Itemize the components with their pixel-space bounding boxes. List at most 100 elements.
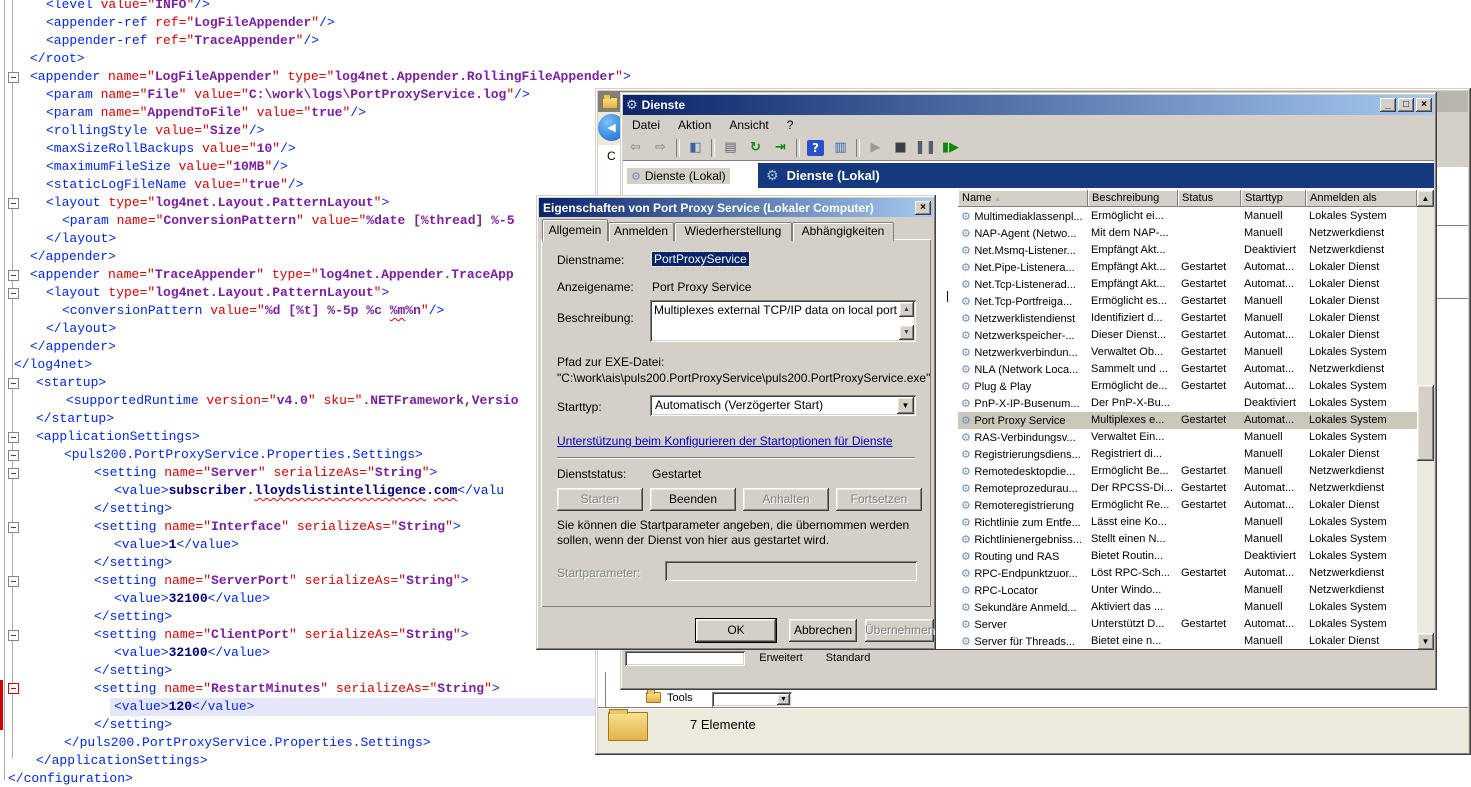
column-header-starttyp[interactable]: Starttyp [1241, 190, 1306, 207]
fold-toggle-icon[interactable] [8, 522, 19, 533]
close-button[interactable]: × [1416, 98, 1432, 112]
table-row[interactable]: ⚙ Net.Pipe-Listenera...Empfängt Akt...Ge… [958, 259, 1417, 276]
tab-anmelden[interactable]: Anmelden [608, 222, 674, 241]
übernehmen-button[interactable]: Übernehmen [865, 619, 934, 642]
table-row[interactable]: ⚙ Remoteprozedurau...Der RPCSS-Di...Gest… [958, 480, 1417, 497]
startup-options-link[interactable]: Unterstützung beim Konfigurieren der Sta… [557, 434, 893, 448]
table-row[interactable]: ⚙ RPC-LocatorUnter Windo...ManuellNetzwe… [958, 582, 1417, 599]
menu-item-ansicht[interactable]: Ansicht [720, 116, 777, 134]
table-row[interactable]: ⚙ RPC-Endpunktzuor...Löst RPC-Sch...Gest… [958, 565, 1417, 582]
column-header-beschreibung[interactable]: Beschreibung [1088, 190, 1178, 207]
description-field[interactable]: Multiplexes external TCP/IP data on loca… [650, 300, 916, 342]
chevron-down-icon[interactable]: ▼ [897, 397, 914, 414]
beenden-button[interactable]: Beenden [650, 488, 736, 511]
fortsetzen-button[interactable]: Fortsetzen [836, 488, 922, 511]
scroll-down-icon[interactable]: ▼ [1417, 633, 1434, 650]
view-tab-erweitert[interactable]: Erweitert [748, 650, 814, 667]
start-service-icon[interactable]: ▶ [864, 138, 887, 158]
table-row[interactable]: ⚙ Richtlinie zum Entfe...Lässt eine Ko..… [958, 514, 1417, 531]
table-row[interactable]: ⚙ Net.Msmq-Listener...Empfängt Akt...Dea… [958, 242, 1417, 259]
abbrechen-button[interactable]: Abbrechen [789, 619, 857, 642]
fold-toggle-icon[interactable] [8, 288, 19, 299]
view-tab-standard[interactable]: Standard [815, 650, 881, 667]
maximize-button[interactable]: □ [1398, 98, 1414, 112]
menu-item-datei[interactable]: Datei [623, 116, 669, 134]
anhalten-button[interactable]: Anhalten [743, 488, 829, 511]
scrollbar-thumb[interactable] [1417, 385, 1434, 461]
fold-toggle-icon[interactable] [8, 576, 19, 587]
fold-toggle-icon[interactable] [8, 270, 19, 281]
table-row[interactable]: ⚙ Richtlinienergebniss...Stellt einen N.… [958, 531, 1417, 548]
chevron-down-icon[interactable]: ▼ [777, 694, 790, 705]
menu-item-?[interactable]: ? [778, 116, 803, 134]
stop-service-icon[interactable]: ■ [889, 138, 912, 158]
table-row[interactable]: ⚙ ServerUnterstützt D...GestartetAutomat… [958, 616, 1417, 633]
fold-toggle-icon[interactable] [8, 198, 19, 209]
scroll-up-icon[interactable]: ▲ [899, 302, 914, 317]
column-header-anmeldenals[interactable]: Anmelden als [1306, 190, 1417, 207]
ok-button[interactable]: OK [696, 619, 776, 642]
table-row[interactable]: ⚙ Remotedesktopdie...Ermöglicht Be...Ges… [958, 463, 1417, 480]
startup-type-select[interactable]: Automatisch (Verzögerter Start) ▼ [650, 395, 916, 416]
column-header-status[interactable]: Status [1178, 190, 1241, 207]
banner: ⚙ Dienste (Lokal) [758, 163, 1434, 188]
pause-service-icon[interactable]: ❚❚ [914, 138, 937, 158]
scrollbar[interactable]: ▲ ▼ [1417, 190, 1434, 650]
filter-combobox[interactable]: ▼ [712, 692, 792, 707]
help-icon[interactable]: ? [807, 140, 824, 156]
starten-button[interactable]: Starten [557, 488, 643, 511]
tab-wiederherstellung[interactable]: Wiederherstellung [674, 222, 792, 241]
start-params-input[interactable] [665, 561, 917, 581]
dialog-titlebar[interactable]: Eigenschaften von Port Proxy Service (Lo… [539, 198, 933, 217]
list-cell: Netzwerkdienst [1306, 582, 1417, 599]
fold-toggle-icon[interactable] [8, 450, 19, 461]
tab-abhngigkeiten[interactable]: Abhängigkeiten [792, 222, 894, 241]
forward-icon[interactable]: ⇨ [649, 138, 672, 158]
table-row[interactable]: ⚙ Plug & PlayErmöglicht de...GestartetAu… [958, 378, 1417, 395]
table-row[interactable]: ⚙ RAS-Verbindungsv...Verwaltet Ein...Man… [958, 429, 1417, 446]
table-row[interactable]: ⚙ Port Proxy ServiceMultiplexes e...Gest… [958, 412, 1417, 429]
table-row[interactable]: ⚙ Net.Tcp-Listenerad...Empfängt Akt...Ge… [958, 276, 1417, 293]
table-row[interactable]: ⚙ NLA (Network Loca...Sammelt und ...Ges… [958, 361, 1417, 378]
export-list-icon[interactable]: ⇥ [769, 138, 792, 158]
fold-toggle-icon[interactable] [8, 378, 19, 389]
list-cell: Manuell [1241, 429, 1306, 446]
table-row[interactable]: ⚙ NetzwerklistendienstIdentifiziert d...… [958, 310, 1417, 327]
services-list[interactable]: Name ▲BeschreibungStatusStarttypAnmelden… [958, 190, 1417, 650]
table-row[interactable]: ⚙ RemoteregistrierungErmöglicht Re...Ges… [958, 497, 1417, 514]
tab-allgemein[interactable]: Allgemein [542, 219, 608, 241]
scroll-down-icon[interactable]: ▼ [899, 325, 914, 340]
sidebar-item-dienste-lokal[interactable]: ⚙ Dienste (Lokal) [627, 168, 730, 184]
services-titlebar[interactable]: ⚙ Dienste _ □ × [623, 95, 1434, 115]
menu-item-aktion[interactable]: Aktion [669, 116, 720, 134]
minimize-button[interactable]: _ [1380, 98, 1396, 112]
fold-toggle-icon[interactable] [8, 683, 19, 694]
column-header-name[interactable]: Name ▲ [958, 190, 1088, 207]
scroll-up-icon[interactable]: ▲ [1417, 190, 1434, 207]
close-icon[interactable]: × [915, 201, 931, 215]
fold-toggle-icon[interactable] [8, 432, 19, 443]
service-name-value[interactable]: PortProxyService [652, 252, 749, 266]
restart-service-icon[interactable]: ▮▶ [939, 138, 962, 158]
table-row[interactable]: ⚙ Routing und RASBietet Routin...Deaktiv… [958, 548, 1417, 565]
extended-view-icon[interactable]: ▥ [829, 138, 852, 158]
table-row[interactable]: ⚙ Registrierungsdiens...Registriert di..… [958, 446, 1417, 463]
fold-toggle-icon[interactable] [8, 468, 19, 479]
list-cell: Manuell [1241, 446, 1306, 463]
table-row[interactable]: ⚙ Netzwerkspeicher-...Dieser Dienst...Ge… [958, 327, 1417, 344]
list-item[interactable]: Tools [646, 689, 693, 704]
table-row[interactable]: ⚙ NAP-Agent (Netwo...Mit dem NAP-...Manu… [958, 225, 1417, 242]
table-row[interactable]: ⚙ Sekundäre Anmeld...Aktiviert das ...Ma… [958, 599, 1417, 616]
back-icon[interactable]: ⇦ [624, 138, 647, 158]
fold-toggle-icon[interactable] [8, 72, 19, 83]
table-row[interactable]: ⚙ Netzwerkverbindun...Verwaltet Ob...Ges… [958, 344, 1417, 361]
properties-icon[interactable]: ▤ [719, 138, 742, 158]
console-tree-icon[interactable]: ◧ [684, 138, 707, 158]
list-cell: Gestartet [1178, 565, 1241, 582]
table-row[interactable]: ⚙ Net.Tcp-Portfreiga...Ermöglicht es...G… [958, 293, 1417, 310]
table-row[interactable]: ⚙ PnP-X-IP-Busenum...Der PnP-X-Bu...Deak… [958, 395, 1417, 412]
table-row[interactable]: ⚙ Multimediaklassenpl...Ermöglicht ei...… [958, 208, 1417, 225]
table-row[interactable]: ⚙ Server für Threads...Bietet eine n...M… [958, 633, 1417, 650]
refresh-icon[interactable]: ↻ [744, 138, 767, 158]
fold-toggle-icon[interactable] [8, 630, 19, 641]
